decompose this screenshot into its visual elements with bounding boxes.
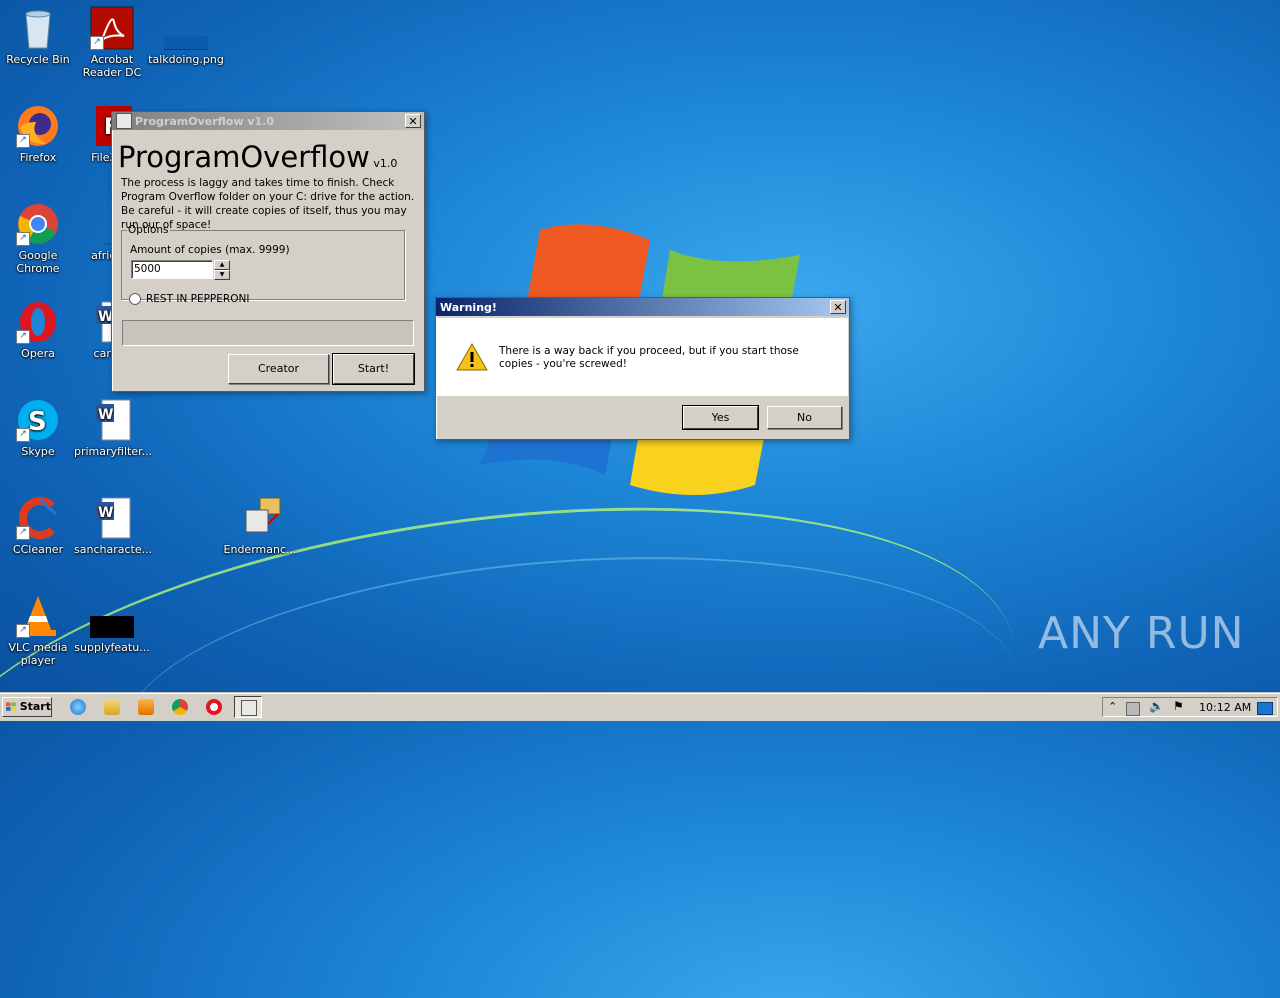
windows-flag-icon	[6, 702, 16, 711]
desktop-icon-label: Endermanc...	[223, 543, 297, 556]
desktop-icon-label: Google Chrome	[16, 249, 60, 275]
installer-icon	[238, 496, 282, 540]
shortcut-arrow-icon: ↗	[16, 624, 30, 638]
opera-icon: ↗	[16, 300, 60, 344]
desktop-icon-label: sancharacte...	[74, 543, 153, 556]
desktop-icon-label: Firefox	[19, 151, 57, 164]
app-heading-title: ProgramOverflow	[118, 140, 370, 174]
copies-spinner[interactable]: ▲ ▼	[214, 260, 230, 280]
options-legend: Options	[128, 224, 169, 236]
app-heading: ProgramOverflow v1.0	[118, 140, 397, 174]
black-file-icon	[90, 594, 134, 638]
desktop-icon-vlc[interactable]: ↗ VLC media player	[0, 594, 76, 667]
desktop-icon-label: Recycle Bin	[6, 53, 70, 66]
radio-label: REST IN PEPPERONI	[146, 293, 250, 305]
taskbar: Start ⌃ 🔈 ⚑ 10:12 AM	[0, 693, 1280, 721]
warning-message: There is a way back if you proceed, but …	[499, 345, 799, 370]
file-explorer-icon[interactable]	[104, 699, 120, 715]
desktop-icon-endermanc[interactable]: Endermanc...	[222, 496, 298, 556]
desktop-icon-label: primaryfilter...	[74, 445, 153, 458]
warning-titlebar[interactable]: Warning! ✕	[436, 298, 849, 316]
shortcut-arrow-icon: ↗	[16, 428, 30, 442]
yes-button[interactable]: Yes	[682, 405, 759, 430]
desktop-icon-sancharacte[interactable]: W sancharacte...	[74, 496, 153, 556]
desktop-icon-skype[interactable]: S ↗ Skype	[0, 398, 76, 458]
desktop-icon-label: Acrobat Reader DC	[82, 53, 142, 79]
shortcut-arrow-icon: ↗	[16, 526, 30, 540]
desktop-icon-recycle-bin[interactable]: Recycle Bin	[0, 6, 76, 66]
app-titlebar-icon	[116, 113, 132, 129]
desktop-icon-label: CCleaner	[12, 543, 64, 556]
rest-in-pepperoni-option[interactable]: REST IN PEPPERONI	[129, 293, 249, 305]
window-title: ProgramOverflow v1.0	[135, 114, 274, 128]
system-tray: ⌃ 🔈 ⚑ 10:12 AM	[1102, 697, 1278, 717]
tray-expand-icon[interactable]: ⌃	[1108, 700, 1117, 713]
warning-icon	[456, 342, 488, 375]
warning-dialog[interactable]: Warning! ✕ There is a way back if you pr…	[435, 297, 850, 440]
svg-text:W: W	[98, 505, 113, 521]
chrome-icon: ↗	[16, 202, 60, 246]
svg-text:W: W	[98, 407, 113, 423]
copies-input[interactable]: 5000	[134, 263, 161, 275]
shortcut-arrow-icon: ↗	[16, 232, 30, 246]
show-desktop-icon[interactable]	[1257, 702, 1273, 715]
progress-bar	[122, 320, 414, 346]
app-version: v1.0	[373, 157, 398, 170]
skype-icon: S ↗	[16, 398, 60, 442]
radio-button[interactable]	[129, 293, 141, 305]
volume-icon[interactable]: 🔈	[1149, 699, 1164, 713]
programoverflow-titlebar[interactable]: ProgramOverflow v1.0 ✕	[112, 112, 424, 130]
internet-explorer-icon[interactable]	[70, 699, 86, 715]
opera-icon[interactable]	[206, 699, 222, 715]
close-button[interactable]: ✕	[405, 114, 421, 128]
close-button[interactable]: ✕	[830, 300, 846, 314]
programoverflow-window[interactable]: ProgramOverflow v1.0 ✕ ProgramOverflow v…	[111, 111, 425, 392]
creator-button[interactable]: Creator	[228, 354, 329, 384]
svg-text:S: S	[28, 407, 47, 437]
desktop-icon-primaryfilter[interactable]: W primaryfilter...	[74, 398, 153, 458]
desktop-icon-label: Opera	[21, 347, 55, 360]
desktop-icon-label: supplyfeatu...	[74, 641, 150, 654]
copies-label: Amount of copies (max. 9999)	[130, 244, 290, 256]
shortcut-arrow-icon: ↗	[16, 330, 30, 344]
image-file-icon	[164, 6, 208, 51]
firefox-icon: ↗	[16, 104, 60, 148]
spin-down-button[interactable]: ▼	[214, 270, 230, 280]
acrobat-reader-icon: ↗	[90, 6, 134, 50]
start-button[interactable]: Start!	[332, 353, 415, 385]
desktop-icon-google-chrome[interactable]: ↗ Google Chrome	[0, 202, 76, 275]
media-player-icon[interactable]	[138, 699, 154, 715]
desktop-icon-ccleaner[interactable]: ↗ CCleaner	[0, 496, 76, 556]
shortcut-arrow-icon: ↗	[90, 36, 104, 50]
taskbar-item-programoverflow[interactable]	[234, 696, 262, 718]
clock[interactable]: 10:12 AM	[1199, 701, 1251, 714]
word-document-icon: W	[90, 398, 134, 442]
vlc-cone-icon: ↗	[16, 594, 60, 638]
anyrun-watermark: ANY RUN	[1038, 608, 1245, 659]
start-label: Start	[19, 700, 51, 713]
copies-field: 5000	[131, 260, 213, 279]
word-document-icon: W	[90, 496, 134, 540]
ccleaner-icon: ↗	[16, 496, 60, 540]
desktop-icon-label: Skype	[21, 445, 55, 458]
desktop-icon-supplyfeatu[interactable]: supplyfeatu...	[74, 594, 150, 654]
spin-up-button[interactable]: ▲	[214, 260, 230, 270]
action-center-icon[interactable]	[1126, 702, 1140, 716]
desktop-icon-label: VLC media player	[8, 641, 68, 667]
network-flag-icon[interactable]: ⚑	[1173, 699, 1184, 713]
start-button[interactable]: Start	[2, 697, 52, 717]
dialog-title: Warning!	[440, 300, 497, 314]
desktop-icon-acrobat-reader[interactable]: ↗ Acrobat Reader DC	[74, 6, 150, 79]
no-button[interactable]: No	[767, 406, 842, 429]
shortcut-arrow-icon: ↗	[16, 134, 30, 148]
recycle-bin-icon	[16, 6, 60, 50]
desktop-icon-label: talkdoing.png	[148, 53, 224, 66]
installer-icon	[241, 700, 257, 716]
chrome-icon[interactable]	[172, 699, 188, 715]
desktop-icon-firefox[interactable]: ↗ Firefox	[0, 104, 76, 164]
desktop-icon-opera[interactable]: ↗ Opera	[0, 300, 76, 360]
desktop-icon-talkdoing[interactable]: talkdoing.png	[148, 6, 224, 66]
